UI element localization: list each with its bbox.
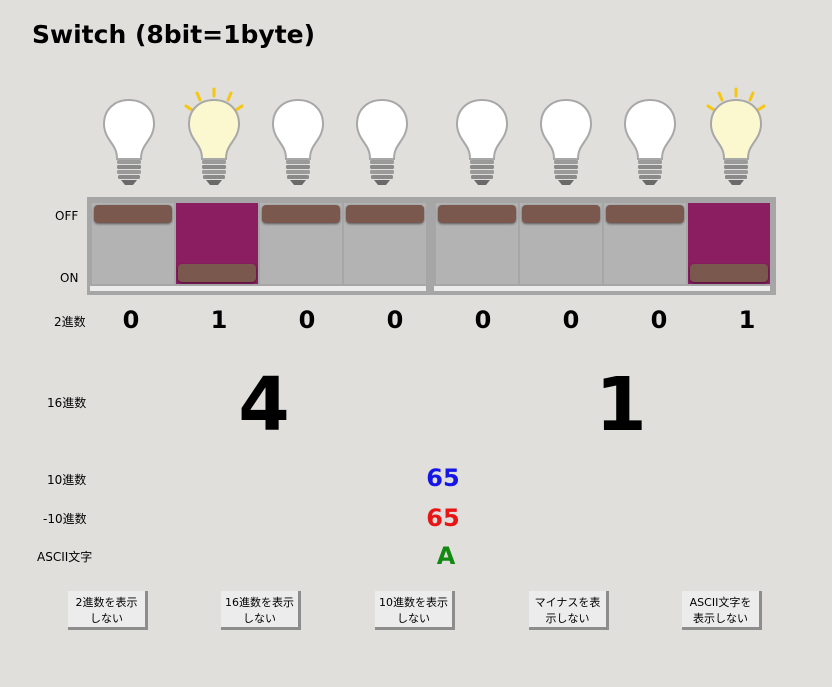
decimal-label: 10進数 [47,473,87,487]
switch-bit2[interactable] [520,203,602,284]
switch-bit3[interactable] [436,203,518,284]
switch-lever[interactable] [606,205,684,223]
hide-hex-button[interactable]: 16進数を表示 しない [221,591,301,630]
switch-base-left [90,286,426,291]
bulb-icon-bit2 [536,86,596,190]
switch-lever[interactable] [94,205,172,223]
decimal-value: 65 [426,464,460,492]
switch-bit4[interactable] [344,203,426,284]
bulb-icon-bit6 [184,86,244,190]
switch-bit1[interactable] [604,203,686,284]
ascii-label: ASCII文字 [37,550,93,564]
hex-digit-high: 4 [238,362,290,448]
off-label: OFF [55,209,79,223]
switch-lever[interactable] [346,205,424,223]
hex-label: 16進数 [47,396,87,410]
bit-value: 0 [474,306,492,334]
bulb-icon-bit0 [706,86,766,190]
signed-decimal-label: -10進数 [43,512,87,526]
bit-value: 0 [562,306,580,334]
bulb-icon-bit3 [452,86,512,190]
switch-lever[interactable] [690,264,768,282]
signed-decimal-value: 65 [426,504,460,532]
bulb-icon-bit7 [99,86,159,190]
bulb-icon-bit5 [268,86,328,190]
page-title: Switch (8bit=1byte) [32,20,316,49]
hide-ascii-button[interactable]: ASCII文字を 表示しない [682,591,762,630]
switch-bit6[interactable] [176,203,258,284]
bit-value: 1 [210,306,228,334]
bit-value: 1 [738,306,756,334]
switch-panel [87,197,776,295]
switch-bit5[interactable] [260,203,342,284]
switch-bit0[interactable] [688,203,770,284]
bit-value: 0 [386,306,404,334]
bulb-icon-bit4 [352,86,412,190]
on-label: ON [60,271,79,285]
hide-decimal-button[interactable]: 10進数を表示 しない [375,591,455,630]
switch-base-right [434,286,770,291]
bit-value: 0 [122,306,140,334]
hex-digit-low: 1 [595,362,647,448]
bulb-icon-bit1 [620,86,680,190]
switch-lever[interactable] [438,205,516,223]
ascii-value: A [436,542,456,570]
switch-lever[interactable] [262,205,340,223]
binary-label: 2進数 [54,315,86,329]
bit-value: 0 [298,306,316,334]
hide-minus-button[interactable]: マイナスを表 示しない [529,591,609,630]
switch-bit7[interactable] [92,203,174,284]
nibble-divider [426,197,434,295]
hide-binary-button[interactable]: 2進数を表示 しない [68,591,148,630]
switch-lever[interactable] [522,205,600,223]
bit-value: 0 [650,306,668,334]
switch-lever[interactable] [178,264,256,282]
